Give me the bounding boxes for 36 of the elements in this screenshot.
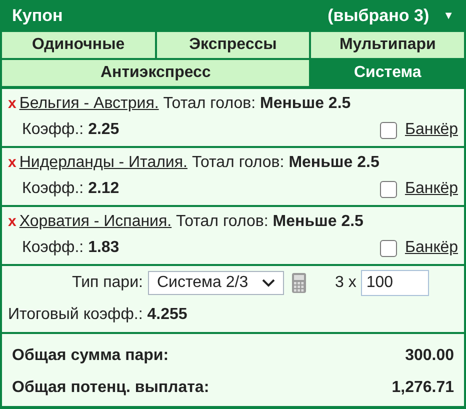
total-label: Общая потенц. выплата: xyxy=(12,378,210,398)
bet-description: Нидерланды - Италия. Тотал голов: Меньше 2.5 xyxy=(19,153,380,173)
collapse-icon[interactable]: ▼ xyxy=(443,8,454,24)
total-odds-text: Итоговый коэфф.: 4.255 xyxy=(8,305,188,325)
total-value: 300.00 xyxy=(405,346,454,366)
banker-link[interactable]: Банкёр xyxy=(404,177,458,201)
remove-button[interactable]: x xyxy=(8,152,16,174)
banker-checkbox[interactable] xyxy=(380,122,397,138)
odds-text: Коэфф.: 2.12 xyxy=(22,179,120,199)
total-value: 1,276.71 xyxy=(392,378,454,398)
calculator-icon[interactable] xyxy=(292,273,306,293)
remove-button[interactable]: x xyxy=(8,92,16,116)
bet-type-tab[interactable]: Одиночные xyxy=(2,32,155,58)
match-link[interactable]: Нидерланды - Италия. xyxy=(19,154,188,171)
bet-type-label: Тип пари: xyxy=(72,273,143,293)
coupon-title: Купон xyxy=(12,5,63,28)
total-label: Общая сумма пари: xyxy=(12,346,169,366)
system-select[interactable]: Система 2/3 xyxy=(148,271,284,295)
bet-description: Бельгия - Австрия. Тотал голов: Меньше 2.5 xyxy=(19,94,351,114)
multiplier-text: 3 x xyxy=(334,273,356,293)
bet-description: Хорватия - Испания. Тотал голов: Меньше 2.5 xyxy=(19,212,364,232)
banker-link[interactable]: Банкёр xyxy=(404,236,458,260)
odds-text: Коэфф.: 1.83 xyxy=(22,238,120,258)
bet-type-tab[interactable]: Мультипари xyxy=(311,32,464,58)
odds-text: Коэфф.: 2.25 xyxy=(22,120,120,140)
match-link[interactable]: Бельгия - Австрия. xyxy=(19,95,159,112)
banker-link[interactable]: Банкёр xyxy=(404,118,458,142)
chevron-down-icon xyxy=(262,279,275,287)
remove-button[interactable]: x xyxy=(8,210,16,234)
bet-type-tab[interactable]: Экспрессы xyxy=(156,32,310,58)
match-link[interactable]: Хорватия - Испания. xyxy=(19,213,172,230)
stake-input[interactable]: 100 xyxy=(361,270,430,296)
selected-count: (выбрано 3) xyxy=(328,5,430,28)
banker-checkbox[interactable] xyxy=(380,240,397,256)
bet-type-tab[interactable]: Антиэкспресс xyxy=(2,60,310,86)
banker-checkbox[interactable] xyxy=(380,180,397,198)
